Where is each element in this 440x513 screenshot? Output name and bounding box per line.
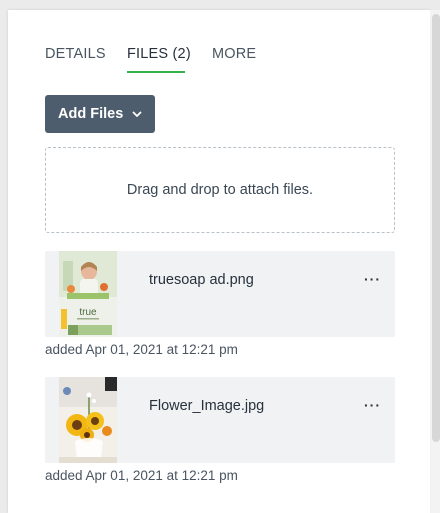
tab-more[interactable]: MORE [212, 46, 256, 62]
chevron-down-icon [132, 111, 142, 117]
dropzone-text: Drag and drop to attach files. [126, 182, 314, 198]
file-added-date: added Apr 01, 2021 at 12:21 pm [45, 468, 238, 483]
tab-details[interactable]: DETAILS [45, 46, 106, 62]
add-files-label: Add Files [58, 106, 124, 122]
file-added-date: added Apr 01, 2021 at 12:21 pm [45, 342, 238, 357]
file-thumbnail [59, 377, 117, 463]
active-tab-underline [127, 71, 185, 73]
file-name[interactable]: truesoap ad.png [149, 272, 254, 288]
file-name[interactable]: Flower_Image.jpg [149, 398, 264, 414]
file-dropzone[interactable]: Drag and drop to attach files. [45, 147, 395, 233]
flower-image [59, 377, 117, 463]
file-thumbnail: true [59, 251, 117, 337]
file-card-truesoap[interactable]: true truesoap ad.png ··· [45, 251, 395, 337]
sunflower-right [86, 412, 104, 430]
file-card-flower[interactable]: Flower_Image.jpg ··· [45, 377, 395, 463]
tab-files-label: FILES (2) [127, 46, 191, 62]
tab-files[interactable]: FILES (2) [127, 46, 191, 73]
more-options-button[interactable]: ··· [364, 271, 381, 287]
scrollbar-thumb[interactable] [432, 14, 440, 442]
truesoap-ad-image: true [59, 251, 117, 337]
thumb-brand-text: true [79, 307, 97, 318]
add-files-button[interactable]: Add Files [45, 95, 155, 133]
more-options-button[interactable]: ··· [364, 397, 381, 413]
